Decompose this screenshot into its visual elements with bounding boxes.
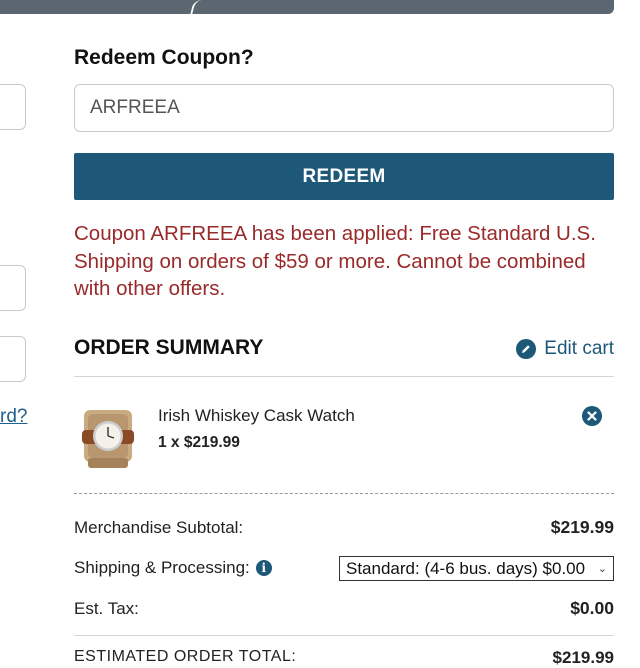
watch-product-image: [80, 404, 136, 470]
order-total-value: $219.99: [552, 648, 614, 667]
subtotal-label: Merchandise Subtotal:: [74, 518, 244, 537]
left-form-field[interactable]: [0, 84, 26, 130]
cart-item-quantity-price: 1 x $219.99: [158, 434, 240, 451]
chevron-down-icon: ⌄: [597, 563, 607, 575]
order-summary-title: ORDER SUMMARY: [74, 336, 264, 359]
left-form-field[interactable]: [0, 265, 26, 311]
left-form-field[interactable]: [0, 336, 26, 382]
top-banner-bar: [0, 0, 614, 14]
info-icon[interactable]: i: [255, 560, 272, 576]
tax-label: Est. Tax:: [74, 599, 139, 618]
coupon-code-input[interactable]: [74, 84, 614, 132]
coupon-applied-message: Coupon ARFREEA has been applied: Free St…: [74, 222, 596, 300]
edit-cart-label: Edit cart: [544, 338, 614, 359]
order-total-label: ESTIMATED ORDER TOTAL:: [74, 648, 297, 665]
remove-item-icon[interactable]: [582, 406, 602, 426]
cart-item-name[interactable]: Irish Whiskey Cask Watch: [158, 406, 355, 426]
shipping-selected-value: Standard: (4-6 bus. days) $0.00: [346, 558, 586, 578]
pencil-icon: [516, 339, 537, 359]
edit-cart-link[interactable]: Edit cart: [516, 338, 614, 360]
totals-divider: [74, 635, 614, 636]
redeem-button[interactable]: REDEEM: [74, 153, 614, 200]
shipping-label: Shipping & Processing:: [74, 558, 250, 577]
summary-divider: [74, 376, 614, 377]
subtotal-value: $219.99: [550, 517, 614, 537]
shipping-row: Shipping & Processing: i: [74, 558, 272, 578]
coupon-heading: Redeem Coupon?: [74, 46, 254, 69]
banner-divider: [190, 0, 202, 14]
left-help-link[interactable]: rd?: [0, 406, 27, 428]
shipping-method-select[interactable]: Standard: (4-6 bus. days) $0.00 ⌄: [339, 556, 614, 581]
tax-value: $0.00: [570, 598, 614, 618]
item-divider: [74, 493, 614, 494]
